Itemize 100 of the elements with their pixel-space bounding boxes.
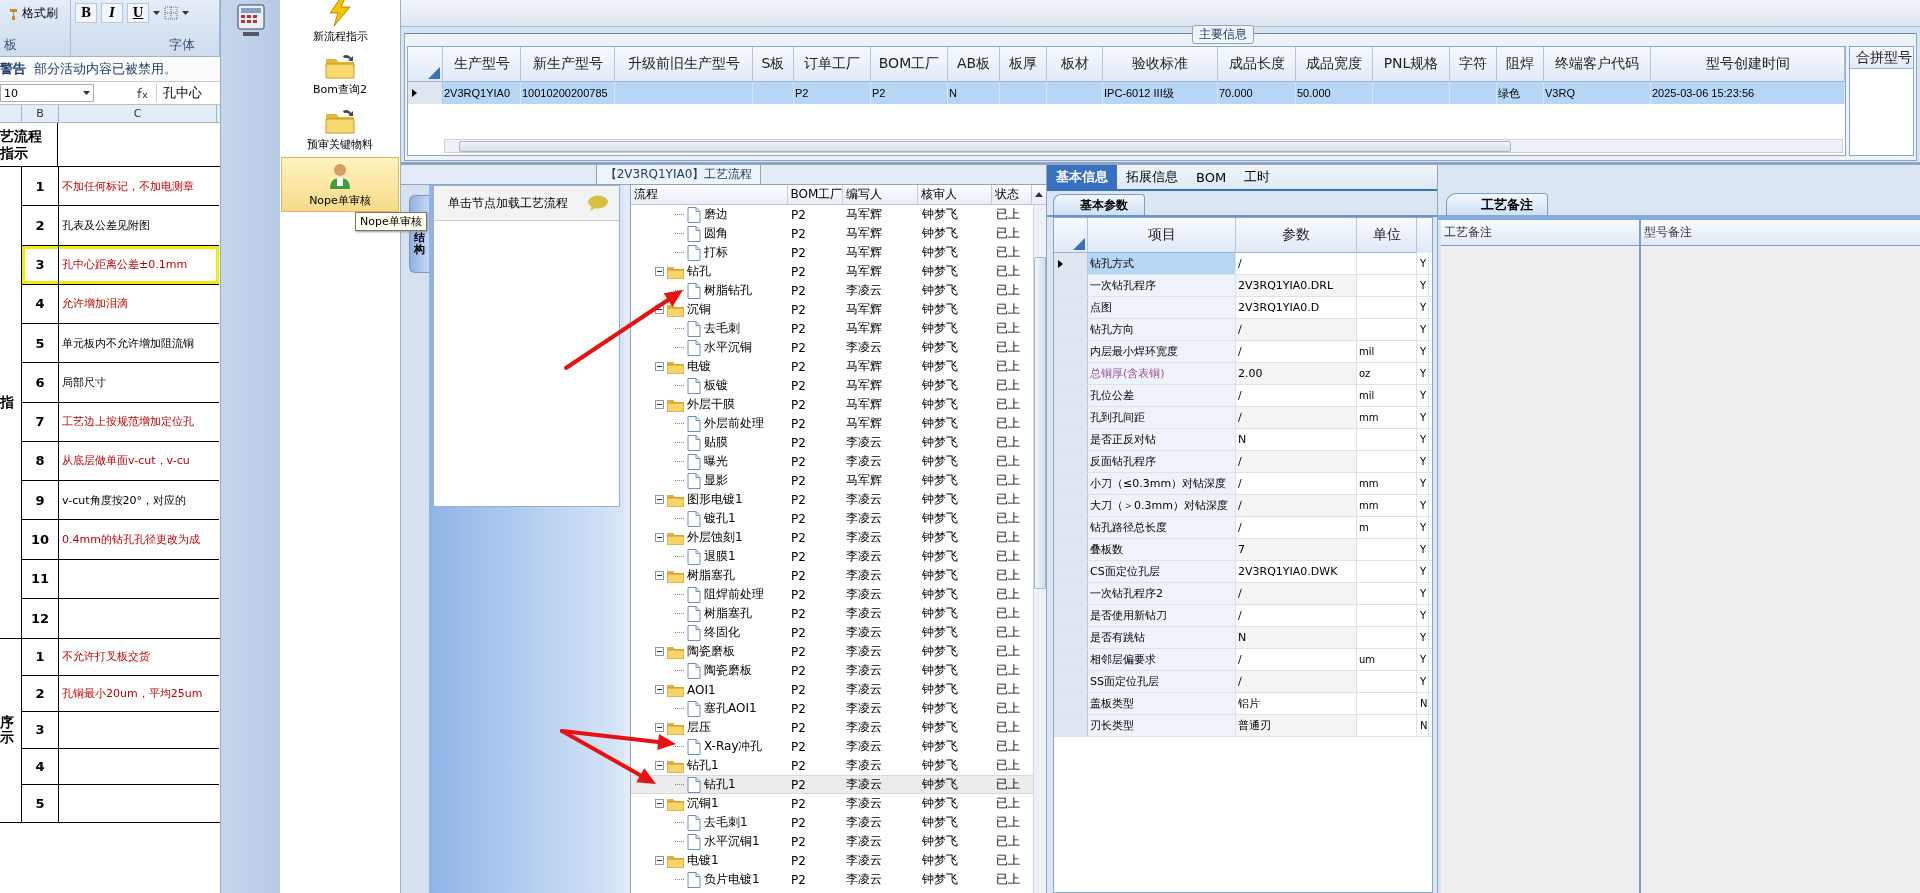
collapse-icon[interactable] (655, 799, 664, 808)
format-painter-button[interactable]: 格式刷 (4, 3, 66, 24)
tree-row[interactable]: 板镀 P2 马军辉 钟梦飞 已上 (631, 376, 1033, 395)
row-header[interactable] (1054, 253, 1088, 274)
collapse-icon[interactable] (655, 495, 664, 504)
param-value[interactable]: / (1236, 605, 1357, 626)
param-value[interactable]: N (1236, 429, 1357, 450)
collapse-icon[interactable] (655, 685, 664, 694)
collapse-icon[interactable] (655, 723, 664, 732)
param-value[interactable]: / (1236, 649, 1357, 670)
tree-row[interactable]: 树脂塞孔 P2 李凌云 钟梦飞 已上 (631, 604, 1033, 623)
tree-row[interactable]: 水平沉铜 P2 李凌云 钟梦飞 已上 (631, 338, 1033, 357)
tree-row[interactable]: 钻孔 P2 马军辉 钟梦飞 已上 (631, 262, 1033, 281)
tree-row[interactable]: 树脂塞孔 P2 李凌云 钟梦飞 已上 (631, 566, 1033, 585)
param-value[interactable]: / (1236, 385, 1357, 406)
param-value[interactable]: N (1236, 627, 1357, 648)
column-header[interactable]: 单位 (1357, 218, 1417, 253)
tree-row[interactable]: 显影 P2 马军辉 钟梦飞 已上 (631, 471, 1033, 490)
tree-row[interactable]: 去毛刺 P2 马军辉 钟梦飞 已上 (631, 319, 1033, 338)
tab[interactable]: 基本信息 (1047, 165, 1117, 189)
param-value[interactable]: 7 (1236, 539, 1357, 560)
tree-row[interactable]: 电镀 P2 马军辉 钟梦飞 已上 (631, 357, 1033, 376)
tree-row[interactable]: 层压 P2 李凌云 钟梦飞 已上 (631, 718, 1033, 737)
tree-row[interactable]: 镀孔1 P2 李凌云 钟梦飞 已上 (631, 509, 1033, 528)
tree-row[interactable]: 陶瓷磨板 P2 李凌云 钟梦飞 已上 (631, 661, 1033, 680)
param-value[interactable]: / (1236, 583, 1357, 604)
bold-button[interactable]: B (75, 3, 97, 23)
italic-button[interactable]: I (101, 3, 123, 23)
nav-item[interactable]: Nope单审核 (281, 157, 399, 212)
tree-row[interactable]: 沉铜 P2 马军辉 钟梦飞 已上 (631, 300, 1033, 319)
tab[interactable]: BOM (1187, 165, 1236, 189)
param-value[interactable]: / (1236, 517, 1357, 538)
param-value[interactable]: / (1236, 451, 1357, 472)
tree-row[interactable]: 外层前处理 P2 马军辉 钟梦飞 已上 (631, 414, 1033, 433)
param-value[interactable]: / (1236, 407, 1357, 428)
collapse-icon[interactable] (655, 571, 664, 580)
collapse-icon[interactable] (655, 362, 664, 371)
tree-row[interactable]: 去毛刺1 P2 李凌云 钟梦飞 已上 (631, 813, 1033, 832)
column-header[interactable]: 型号备注 (1641, 220, 1920, 246)
nav-item[interactable]: 预审关键物料 (281, 102, 399, 157)
column-header[interactable]: 状态 (992, 185, 1033, 204)
param-value[interactable]: 2.00 (1236, 363, 1357, 384)
tree-row[interactable]: 贴膜 P2 李凌云 钟梦飞 已上 (631, 433, 1033, 452)
nav-item[interactable]: 新流程指示 (281, 0, 399, 47)
tree-row[interactable]: 打标 P2 马军辉 钟梦飞 已上 (631, 243, 1033, 262)
tree-row[interactable]: 负片电镀1 P2 李凌云 钟梦飞 已上 (631, 870, 1033, 889)
formula-field[interactable]: 孔中心 (156, 84, 202, 102)
tab[interactable]: 基本参数 (1053, 194, 1145, 215)
param-value[interactable]: / (1236, 253, 1357, 274)
calculator-icon[interactable] (234, 4, 267, 38)
name-box[interactable]: 10 (0, 84, 94, 102)
scrollbar[interactable] (1033, 205, 1046, 893)
tree-row[interactable]: 钻孔1 P2 李凌云 钟梦飞 已上 (631, 756, 1033, 775)
param-value[interactable]: / (1236, 319, 1357, 340)
nav-item[interactable]: Bom查询2 (281, 47, 399, 102)
tree-row[interactable]: 钻孔1 P2 李凌云 钟梦飞 已上 (631, 775, 1033, 794)
tree-row[interactable]: 水平沉铜1 P2 李凌云 钟梦飞 已上 (631, 832, 1033, 851)
column-header[interactable]: C (59, 105, 217, 122)
collapse-icon[interactable] (655, 305, 664, 314)
param-value[interactable]: 2V3RQ1YIA0.D (1236, 297, 1357, 318)
function-icon[interactable] (134, 87, 148, 99)
column-header[interactable]: BOM工厂 (787, 185, 843, 204)
tree-row[interactable]: 外层蚀刻1 P2 李凌云 钟梦飞 已上 (631, 528, 1033, 547)
param-value[interactable]: / (1236, 473, 1357, 494)
dropdown-caret-icon[interactable] (153, 11, 160, 15)
tree-row[interactable]: 图形电镀1 P2 李凌云 钟梦飞 已上 (631, 490, 1033, 509)
dropdown-caret-icon[interactable] (182, 11, 189, 15)
collapse-icon[interactable] (655, 647, 664, 656)
column-header[interactable]: 合拼型号 (1850, 47, 1913, 69)
tree-row[interactable]: X-Ray冲孔 P2 李凌云 钟梦飞 已上 (631, 737, 1033, 756)
tree-row[interactable]: 退膜1 P2 李凌云 钟梦飞 已上 (631, 547, 1033, 566)
tree-row[interactable]: 沉铜1 P2 李凌云 钟梦飞 已上 (631, 794, 1033, 813)
tree-row[interactable]: 塞孔AOI1 P2 李凌云 钟梦飞 已上 (631, 699, 1033, 718)
tree-row[interactable]: 电镀1 P2 李凌云 钟梦飞 已上 (631, 851, 1033, 870)
tree-row[interactable]: AOI1 P2 李凌云 钟梦飞 已上 (631, 680, 1033, 699)
collapse-icon[interactable] (655, 267, 664, 276)
underline-button[interactable]: U (127, 3, 149, 23)
tab[interactable]: 工时 (1235, 165, 1280, 189)
param-value[interactable]: / (1236, 341, 1357, 362)
tree-row[interactable]: 圆角 P2 马军辉 钟梦飞 已上 (631, 224, 1033, 243)
column-header[interactable]: B (22, 105, 59, 122)
param-value[interactable]: / (1236, 495, 1357, 516)
collapse-icon[interactable] (655, 400, 664, 409)
tree-row[interactable]: 外层干膜 P2 马军辉 钟梦飞 已上 (631, 395, 1033, 414)
tree-row[interactable]: 曝光 P2 李凌云 钟梦飞 已上 (631, 452, 1033, 471)
param-value[interactable]: 2V3RQ1YIA0.DRL (1236, 275, 1357, 296)
tree-row[interactable]: 磨边 P2 马军辉 钟梦飞 已上 (631, 205, 1033, 224)
tree-row[interactable]: 阻焊前处理 P2 李凌云 钟梦飞 已上 (631, 585, 1033, 604)
collapse-icon[interactable] (655, 761, 664, 770)
table-row[interactable]: 2V3RQ1YIA0 10010200200785 P2 P2 N IPC-6012 III级 70.000 50.000 绿色 V3RQ 2025-03-06 15:23:56 (408, 82, 1845, 104)
param-value[interactable]: / (1236, 671, 1357, 692)
param-value[interactable]: 铝片 (1236, 693, 1357, 714)
dropdown-caret-icon[interactable] (83, 91, 90, 95)
tree-row[interactable]: 终固化 P2 李凌云 钟梦飞 已上 (631, 623, 1033, 642)
tree-row[interactable]: 树脂钻孔 P2 李凌云 钟梦飞 已上 (631, 281, 1033, 300)
tab[interactable]: 工艺备注 (1446, 193, 1548, 215)
scrollbar[interactable] (444, 139, 1843, 153)
column-header[interactable]: 工艺备注 (1441, 220, 1639, 246)
collapse-icon[interactable] (655, 533, 664, 542)
param-value[interactable]: 2V3RQ1YIA0.DWK (1236, 561, 1357, 582)
